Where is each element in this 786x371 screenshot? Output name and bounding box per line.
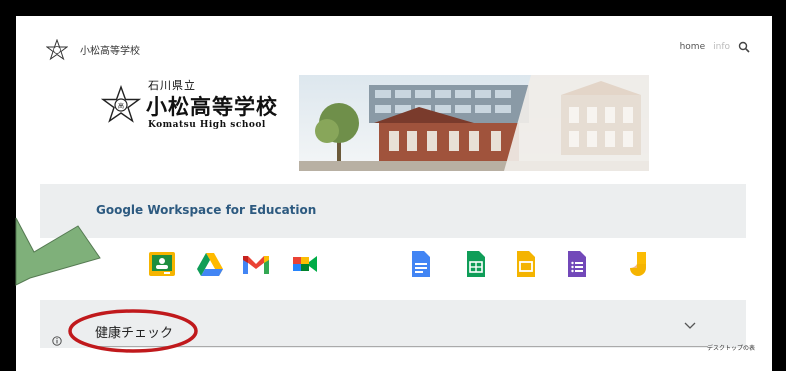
school-building-photo [299,75,649,171]
jamboard-icon[interactable] [626,250,654,278]
classroom-icon[interactable] [148,250,176,278]
chevron-down-icon[interactable] [684,322,696,330]
school-crest-large-icon: 高 [101,85,141,123]
site-name[interactable]: 小松高等学校 [80,42,140,57]
slides-icon[interactable] [511,250,539,278]
school-crest-icon[interactable] [46,39,68,61]
divider [88,346,708,347]
school-english-name: Komatsu High school [148,120,266,130]
desktop-view-note: デスクトップの表 [707,345,756,352]
search-icon[interactable] [738,41,750,53]
gmail-icon[interactable] [242,250,270,278]
top-navigation: home info [680,41,750,53]
nav-info-link[interactable]: info [713,42,730,52]
screen-frame-right [772,0,786,371]
sheets-icon[interactable] [461,250,489,278]
screen-frame-top [0,0,786,16]
school-name-title: 小松高等学校 [146,94,278,119]
workspace-title: Google Workspace for Education [96,203,317,217]
health-check-link[interactable]: 健康チェック [95,322,173,341]
workspace-section: Google Workspace for Education [40,184,746,238]
drive-icon[interactable] [196,250,224,278]
svg-text:高: 高 [118,102,124,110]
docs-icon[interactable] [406,250,434,278]
meet-icon[interactable] [291,250,319,278]
screen-frame-left [0,0,16,371]
nav-home-link[interactable]: home [680,42,706,52]
workspace-app-bar [0,250,786,284]
forms-icon[interactable] [562,250,590,278]
info-icon[interactable] [52,336,62,346]
health-check-section: 健康チェック [40,300,746,348]
